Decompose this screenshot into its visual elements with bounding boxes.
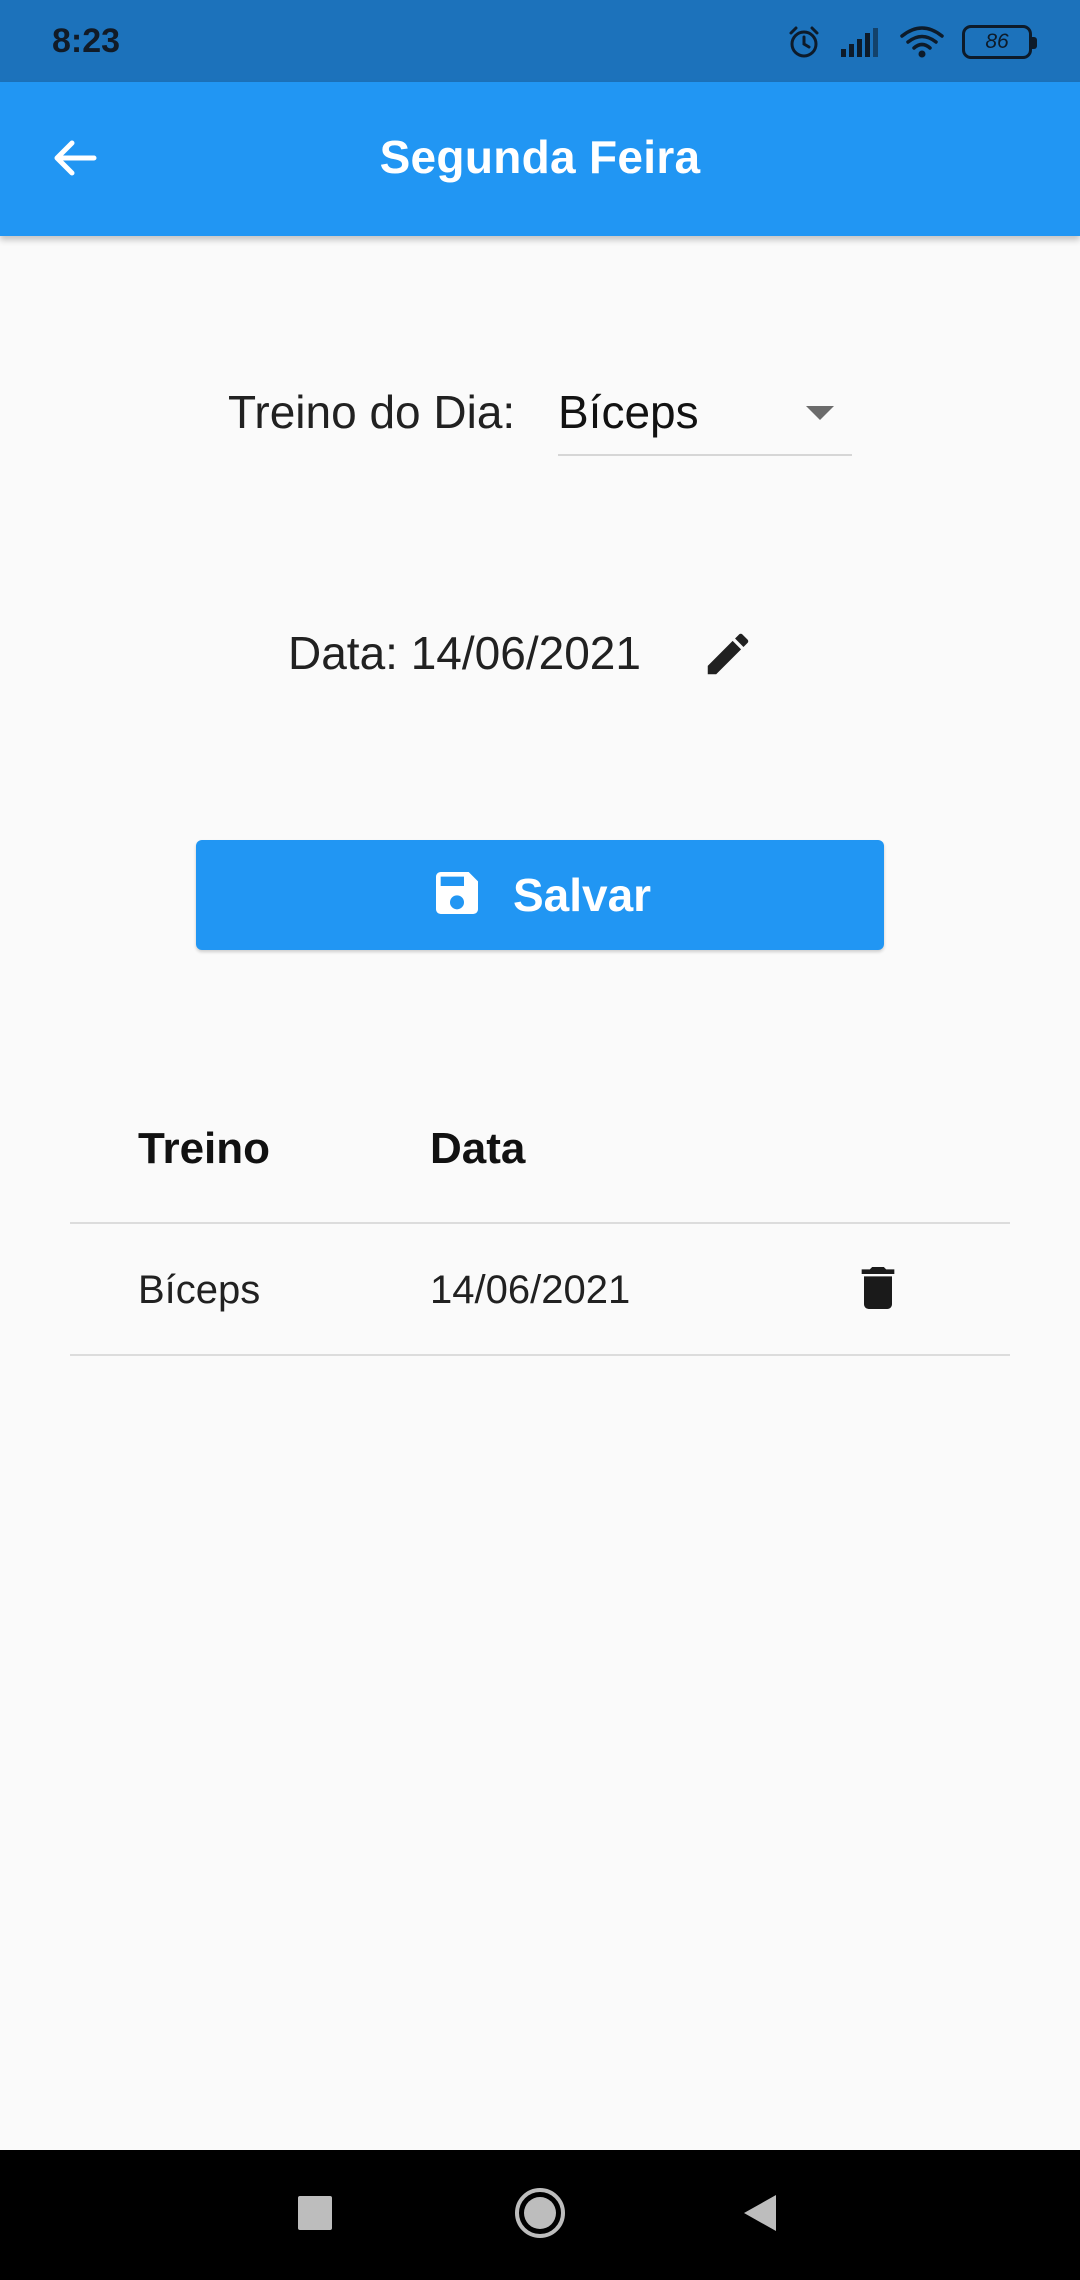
system-back-button[interactable]: [720, 2175, 800, 2255]
date-text: Data: 14/06/2021: [288, 627, 641, 679]
pencil-icon: [701, 627, 755, 686]
delete-button[interactable]: [838, 1250, 918, 1330]
back-icon: [742, 2193, 778, 2238]
navigation-bar: [0, 2150, 1080, 2280]
screen: 8:23 86 Segunda Feira Treino do Dia: Bíc…: [0, 0, 1080, 2280]
cell-data: 14/06/2021: [430, 1268, 631, 1312]
column-header-data: Data: [430, 1124, 526, 1173]
cell-treino: Bíceps: [138, 1268, 261, 1312]
save-label: Salvar: [512, 869, 652, 921]
treino-dropdown[interactable]: Bíceps: [558, 378, 852, 456]
alarm-icon: [786, 24, 822, 60]
save-button[interactable]: Salvar: [196, 840, 884, 950]
edit-date-button[interactable]: [690, 618, 766, 694]
battery-level: 86: [985, 30, 1009, 53]
wifi-icon: [900, 25, 944, 59]
status-icons: 86: [786, 22, 1037, 62]
recents-button[interactable]: [275, 2175, 355, 2255]
status-time: 8:23: [52, 22, 121, 60]
column-header-treino: Treino: [138, 1124, 271, 1173]
home-button[interactable]: [500, 2175, 580, 2255]
battery-icon: 86: [962, 25, 1037, 59]
floppy-disk-icon: [429, 865, 485, 926]
dropdown-selected-value: Bíceps: [558, 386, 699, 438]
dropdown-arrow-icon: [806, 406, 834, 420]
recents-icon: [297, 2195, 333, 2236]
app-bar: Segunda Feira: [0, 82, 1080, 236]
table-header: Treino Data: [70, 1090, 1010, 1224]
page-title: Segunda Feira: [379, 131, 701, 183]
treino-table: Treino Data Bíceps 14/06/2021: [70, 1090, 1010, 1356]
treino-label: Treino do Dia:: [228, 386, 516, 438]
home-icon: [514, 2187, 566, 2244]
status-bar: 8:23 86: [0, 0, 1080, 82]
signal-icon: [840, 27, 882, 57]
table-row: Bíceps 14/06/2021: [70, 1224, 1010, 1356]
trash-icon: [850, 1260, 906, 1321]
